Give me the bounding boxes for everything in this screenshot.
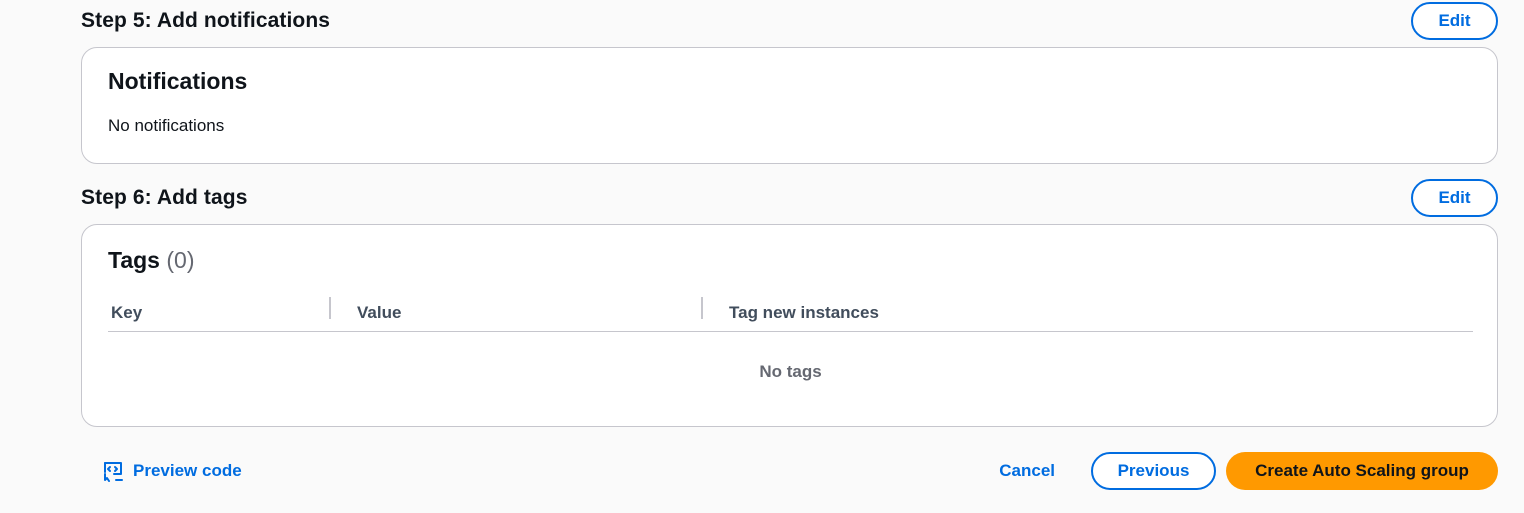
tags-card: Tags (0) Key Value Tag new instances No …: [81, 224, 1498, 427]
step6-edit-button[interactable]: Edit: [1411, 179, 1498, 217]
step5-title: Step 5: Add notifications: [81, 9, 331, 32]
tags-count: (0): [166, 247, 195, 273]
tags-card-title: Tags (0): [108, 247, 195, 274]
create-auto-scaling-group-button[interactable]: Create Auto Scaling group: [1226, 452, 1498, 490]
notifications-card-title: Notifications: [108, 68, 248, 94]
notifications-card: Notifications No notifications: [81, 47, 1498, 164]
step6-header: Step 6: Add tags Edit: [81, 179, 1498, 217]
column-resize-handle[interactable]: [701, 297, 703, 319]
column-header-key: Key: [111, 303, 143, 322]
step6-title: Step 6: Add tags: [81, 186, 248, 209]
notifications-empty-text: No notifications: [108, 116, 225, 135]
column-header-tag-new-instances: Tag new instances: [729, 303, 879, 322]
step5-edit-button[interactable]: Edit: [1411, 2, 1498, 40]
cancel-button[interactable]: Cancel: [979, 452, 1075, 490]
step5-header: Step 5: Add notifications Edit: [81, 2, 1498, 40]
tags-table-header: Key Value Tag new instances: [108, 295, 1473, 332]
tags-title-text: Tags: [108, 247, 160, 273]
wizard-actions: Cancel Previous Create Auto Scaling grou…: [979, 452, 1498, 490]
previous-button[interactable]: Previous: [1091, 452, 1216, 490]
column-resize-handle[interactable]: [329, 297, 331, 319]
column-header-value: Value: [357, 303, 402, 322]
preview-code-label: Preview code: [133, 461, 242, 480]
preview-code-icon: [102, 460, 124, 482]
preview-code-link[interactable]: Preview code: [102, 455, 242, 487]
review-page: Step 5: Add notifications Edit Notificat…: [0, 0, 1524, 513]
tags-empty-state: No tags: [759, 362, 822, 381]
